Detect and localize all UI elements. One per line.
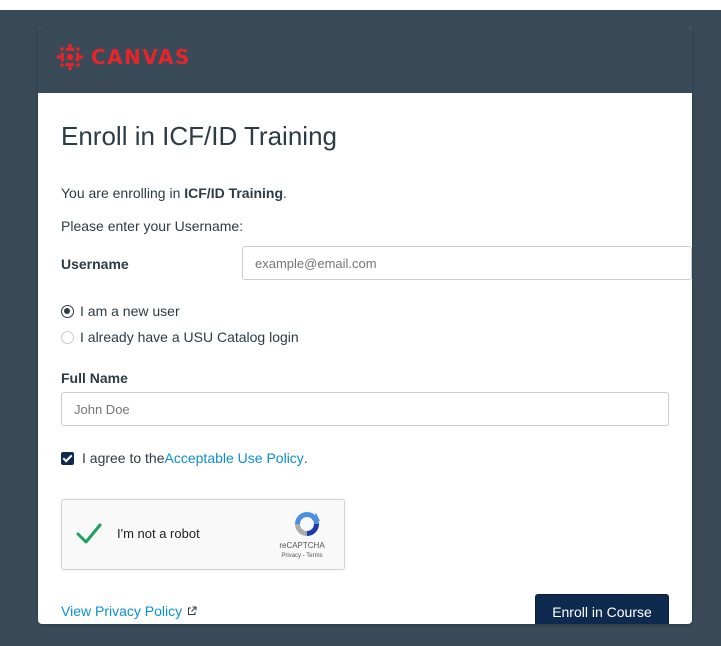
full-name-input[interactable]: [61, 392, 669, 426]
agreement-prefix: I agree to the: [82, 450, 165, 466]
window-top-strip: [0, 0, 721, 10]
radio-new-user-button[interactable]: [61, 304, 74, 318]
canvas-logo-icon: [56, 43, 84, 71]
full-name-label: Full Name: [61, 370, 128, 386]
username-input[interactable]: [242, 246, 692, 280]
agreement-suffix: .: [303, 450, 308, 466]
username-prompt: Please enter your Username:: [61, 218, 244, 234]
canvas-logo-text: CANVAS: [91, 45, 191, 69]
radio-existing-login[interactable]: I already have a USU Catalog login: [61, 328, 299, 346]
radio-existing-login-label: I already have a USU Catalog login: [80, 329, 299, 345]
recaptcha-logo-icon: [295, 512, 320, 536]
radio-new-user-label: I am a new user: [80, 303, 180, 319]
recaptcha-checkmark-icon[interactable]: [76, 522, 102, 544]
page-title: Enroll in ICF/ID Training: [61, 121, 337, 151]
privacy-link-label: View Privacy Policy: [61, 603, 183, 619]
recaptcha-brand: reCAPTCHA: [279, 541, 325, 550]
dialog-header: CANVAS: [38, 27, 692, 93]
enroll-in-course-button[interactable]: Enroll in Course: [535, 594, 669, 624]
radio-existing-login-button[interactable]: [61, 330, 74, 344]
agreement-checkbox[interactable]: [61, 451, 74, 465]
username-label: Username: [61, 256, 129, 272]
intro-suffix: .: [283, 185, 287, 201]
recaptcha-terms-link[interactable]: Privacy - Terms: [272, 552, 332, 560]
radio-new-user[interactable]: I am a new user: [61, 302, 180, 320]
recaptcha-label: I'm not a robot: [117, 526, 200, 541]
acceptable-use-policy-link[interactable]: Acceptable Use Policy: [165, 449, 304, 467]
view-privacy-policy-link[interactable]: View Privacy Policy: [61, 603, 197, 619]
agreement-row: I agree to the Acceptable Use Policy.: [61, 449, 308, 467]
intro-prefix: You are enrolling in: [61, 185, 185, 201]
enrollment-dialog: CANVAS Enroll in ICF/ID Training You are…: [38, 27, 692, 624]
external-link-icon: [188, 606, 197, 615]
recaptcha-widget: I'm not a robot reCAPTCHA Privacy - Term…: [61, 499, 345, 570]
dialog-body: Enroll in ICF/ID Training You are enroll…: [61, 93, 692, 624]
enrollment-intro: You are enrolling in ICF/ID Training.: [61, 184, 287, 202]
canvas-logo: CANVAS: [56, 43, 191, 71]
course-name: ICF/ID Training: [184, 185, 284, 201]
